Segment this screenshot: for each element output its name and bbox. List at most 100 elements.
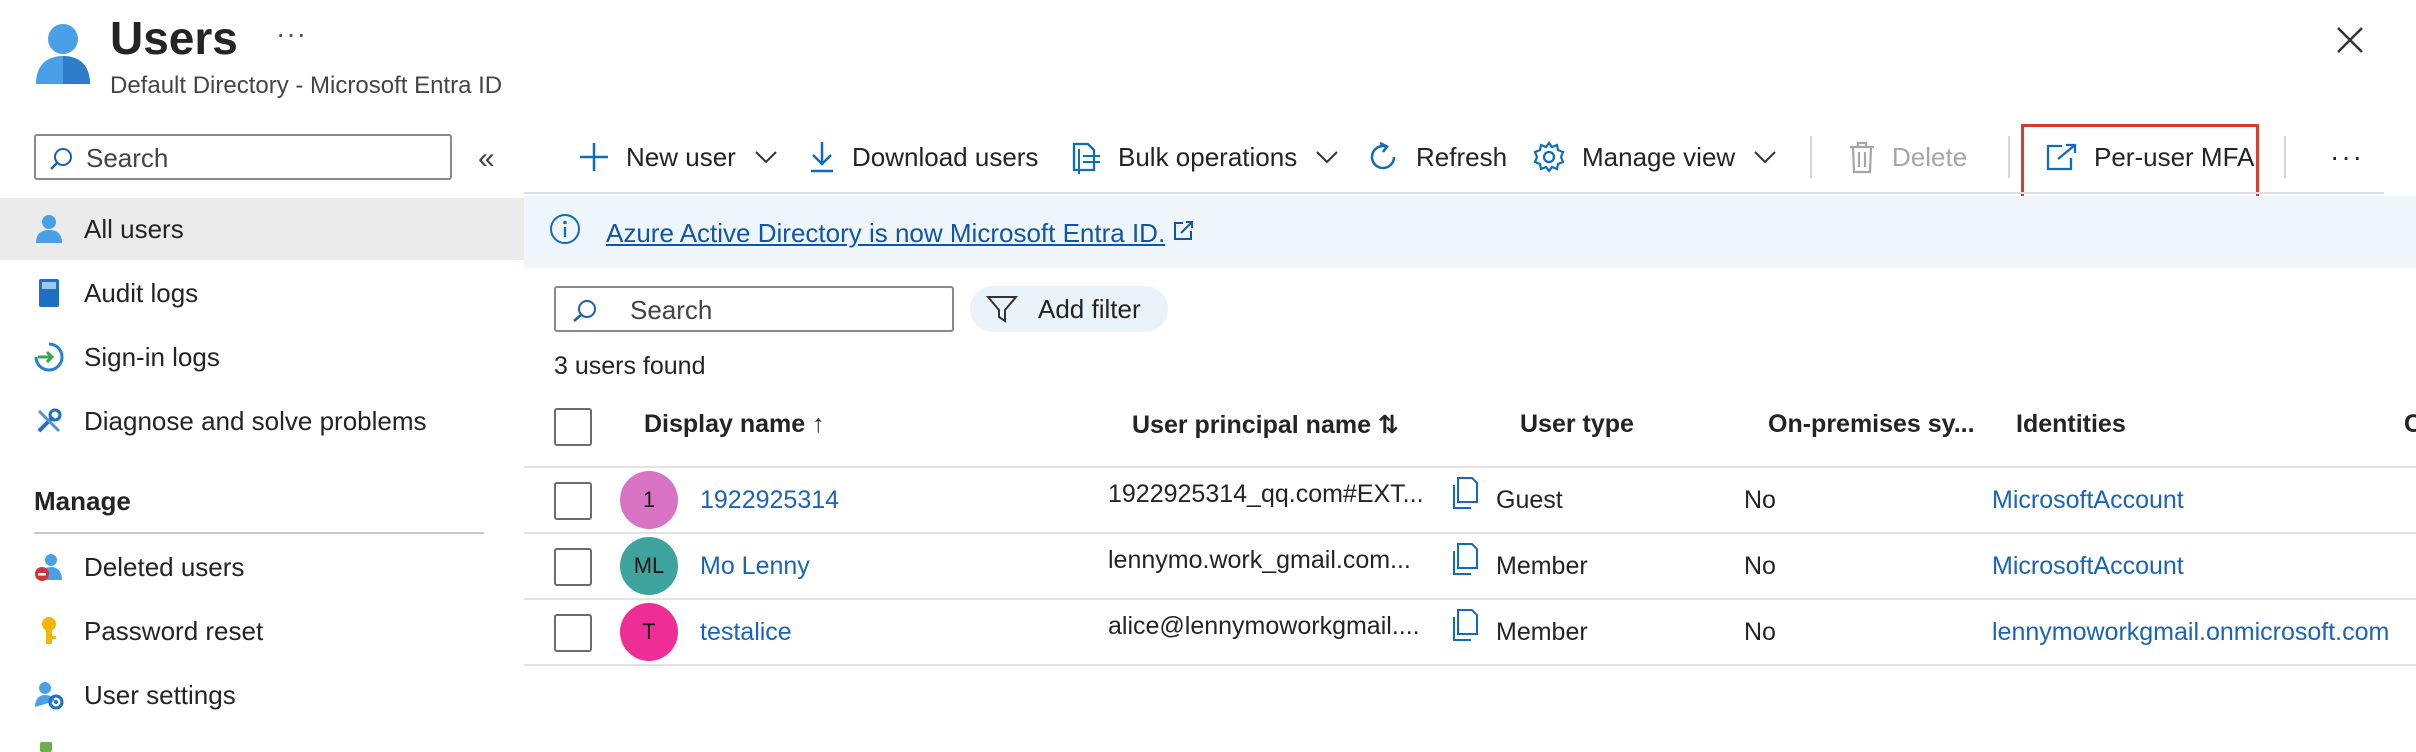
column-header-display-name[interactable]: Display name ↑ bbox=[644, 410, 825, 439]
avatar: ML bbox=[620, 537, 678, 595]
new-user-button[interactable]: New user bbox=[578, 134, 778, 180]
external-link-icon[interactable] bbox=[1172, 220, 1194, 242]
onprem-sync: No bbox=[1744, 618, 1776, 646]
sidebar-item-label: Audit logs bbox=[84, 277, 199, 308]
toolbar-more-button[interactable]: ··· bbox=[2330, 134, 2364, 180]
add-filter-button[interactable]: Add filter bbox=[970, 286, 1168, 332]
sidebar-item-deleted-users[interactable]: Deleted users bbox=[0, 536, 524, 598]
sidebar-item-audit-logs[interactable]: Audit logs bbox=[0, 262, 524, 324]
toolbar-separator bbox=[2284, 136, 2286, 178]
refresh-button[interactable]: Refresh bbox=[1366, 134, 1507, 180]
user-type: Member bbox=[1496, 552, 1588, 580]
info-icon bbox=[548, 212, 582, 246]
identities-link[interactable]: MicrosoftAccount bbox=[1992, 552, 2416, 581]
table-row[interactable]: ML Mo Lenny lennymo.work_gmail.com... Me… bbox=[524, 532, 2416, 598]
delete-label: Delete bbox=[1892, 141, 1968, 172]
plus-icon bbox=[578, 141, 610, 173]
sidebar-item-label: Sign-in logs bbox=[84, 341, 220, 372]
sign-in-icon bbox=[34, 342, 64, 372]
sidebar-search-input[interactable] bbox=[84, 140, 438, 176]
row-checkbox[interactable] bbox=[554, 548, 592, 586]
sidebar-item-partial-icon bbox=[34, 740, 58, 752]
copy-icon[interactable] bbox=[1450, 608, 1480, 644]
add-filter-label: Add filter bbox=[1038, 293, 1141, 324]
book-icon bbox=[34, 278, 64, 308]
user-type: Guest bbox=[1496, 486, 1563, 514]
bulk-operations-icon bbox=[1070, 140, 1102, 174]
chevron-down-icon bbox=[754, 150, 778, 164]
page-subtitle: Default Directory - Microsoft Entra ID bbox=[110, 72, 503, 99]
banner-link[interactable]: Azure Active Directory is now Microsoft … bbox=[606, 218, 1165, 249]
sidebar-search[interactable] bbox=[34, 134, 452, 180]
column-header-onprem[interactable]: On-premises sy... bbox=[1768, 410, 1975, 439]
key-icon bbox=[34, 616, 64, 646]
sidebar-item-user-settings[interactable]: User settings bbox=[0, 664, 524, 726]
trash-icon bbox=[1848, 140, 1876, 174]
filter-icon bbox=[986, 294, 1018, 324]
user-display-name-link[interactable]: 1922925314 bbox=[700, 486, 839, 515]
wrench-icon bbox=[34, 406, 64, 436]
search-icon bbox=[570, 298, 598, 324]
more-options-button[interactable]: ··· bbox=[276, 18, 307, 50]
toolbar-separator bbox=[2008, 136, 2010, 178]
manage-heading: Manage bbox=[34, 486, 131, 516]
avatar: T bbox=[620, 603, 678, 661]
avatar: 1 bbox=[620, 471, 678, 529]
user-principal-name: 1922925314_qq.com#EXT... bbox=[1108, 480, 1424, 508]
sidebar-item-label: User settings bbox=[84, 679, 236, 710]
row-checkbox[interactable] bbox=[554, 482, 592, 520]
user-principal-name: alice@lennymoworkgmail.... bbox=[1108, 612, 1420, 640]
refresh-icon bbox=[1366, 140, 1400, 174]
close-icon[interactable] bbox=[2332, 22, 2368, 58]
toolbar-divider bbox=[524, 192, 2384, 194]
collapse-sidebar-button[interactable]: « bbox=[478, 142, 495, 176]
user-display-name-link[interactable]: Mo Lenny bbox=[700, 552, 810, 581]
refresh-label: Refresh bbox=[1416, 141, 1508, 172]
deleted-user-icon bbox=[34, 552, 64, 582]
copy-icon[interactable] bbox=[1450, 476, 1480, 512]
identities-link[interactable]: lennymoworkgmail.onmicrosoft.com bbox=[1992, 618, 2416, 647]
row-checkbox[interactable] bbox=[554, 614, 592, 652]
bulk-operations-button[interactable]: Bulk operations bbox=[1070, 134, 1339, 180]
new-user-label: New user bbox=[626, 141, 736, 172]
user-principal-name: lennymo.work_gmail.com... bbox=[1108, 546, 1411, 574]
table-row[interactable]: 1 1922925314 1922925314_qq.com#EXT... Gu… bbox=[524, 466, 2416, 532]
user-display-name-link[interactable]: testalice bbox=[700, 618, 792, 647]
toolbar-separator bbox=[1810, 136, 1812, 178]
sidebar-item-sign-in-logs[interactable]: Sign-in logs bbox=[0, 326, 524, 388]
user-settings-icon bbox=[34, 680, 64, 710]
table-row[interactable]: T testalice alice@lennymoworkgmail.... M… bbox=[524, 598, 2416, 664]
search-icon bbox=[48, 146, 74, 172]
download-users-button[interactable]: Download users bbox=[808, 134, 1038, 180]
chevron-down-icon bbox=[1753, 150, 1777, 164]
manage-view-button[interactable]: Manage view bbox=[1532, 134, 1777, 180]
info-banner: Azure Active Directory is now Microsoft … bbox=[524, 196, 2416, 268]
delete-button[interactable]: Delete bbox=[1848, 134, 1967, 180]
page-title: Users bbox=[110, 12, 238, 64]
download-users-label: Download users bbox=[852, 141, 1039, 172]
sidebar-item-label: Password reset bbox=[84, 615, 264, 646]
user-search-input[interactable] bbox=[628, 292, 942, 328]
sidebar-item-label: All users bbox=[84, 213, 184, 244]
column-header-upn[interactable]: User principal name ⇅ bbox=[1132, 410, 1399, 440]
select-all-checkbox[interactable] bbox=[554, 408, 592, 446]
sidebar-item-label: Diagnose and solve problems bbox=[84, 405, 427, 436]
sidebar-item-label: Deleted users bbox=[84, 551, 245, 582]
sidebar-item-password-reset[interactable]: Password reset bbox=[0, 600, 524, 662]
onprem-sync: No bbox=[1744, 552, 1776, 580]
column-header-identities[interactable]: Identities bbox=[2016, 410, 2126, 439]
sidebar-item-all-users[interactable]: All users bbox=[0, 198, 524, 260]
sidebar-item-diagnose[interactable]: Diagnose and solve problems bbox=[0, 390, 524, 452]
manage-view-label: Manage view bbox=[1582, 141, 1736, 172]
gear-icon bbox=[1532, 140, 1566, 174]
user-search[interactable] bbox=[554, 286, 954, 332]
divider bbox=[34, 532, 484, 534]
result-count: 3 users found bbox=[554, 352, 706, 380]
column-header-cut-off[interactable]: C bbox=[2404, 410, 2416, 439]
column-header-user-type[interactable]: User type bbox=[1520, 410, 1634, 439]
copy-icon[interactable] bbox=[1450, 542, 1480, 578]
onprem-sync: No bbox=[1744, 486, 1776, 514]
identities-link[interactable]: MicrosoftAccount bbox=[1992, 486, 2416, 515]
table-bottom-border bbox=[524, 664, 2416, 666]
user-icon bbox=[34, 22, 92, 86]
